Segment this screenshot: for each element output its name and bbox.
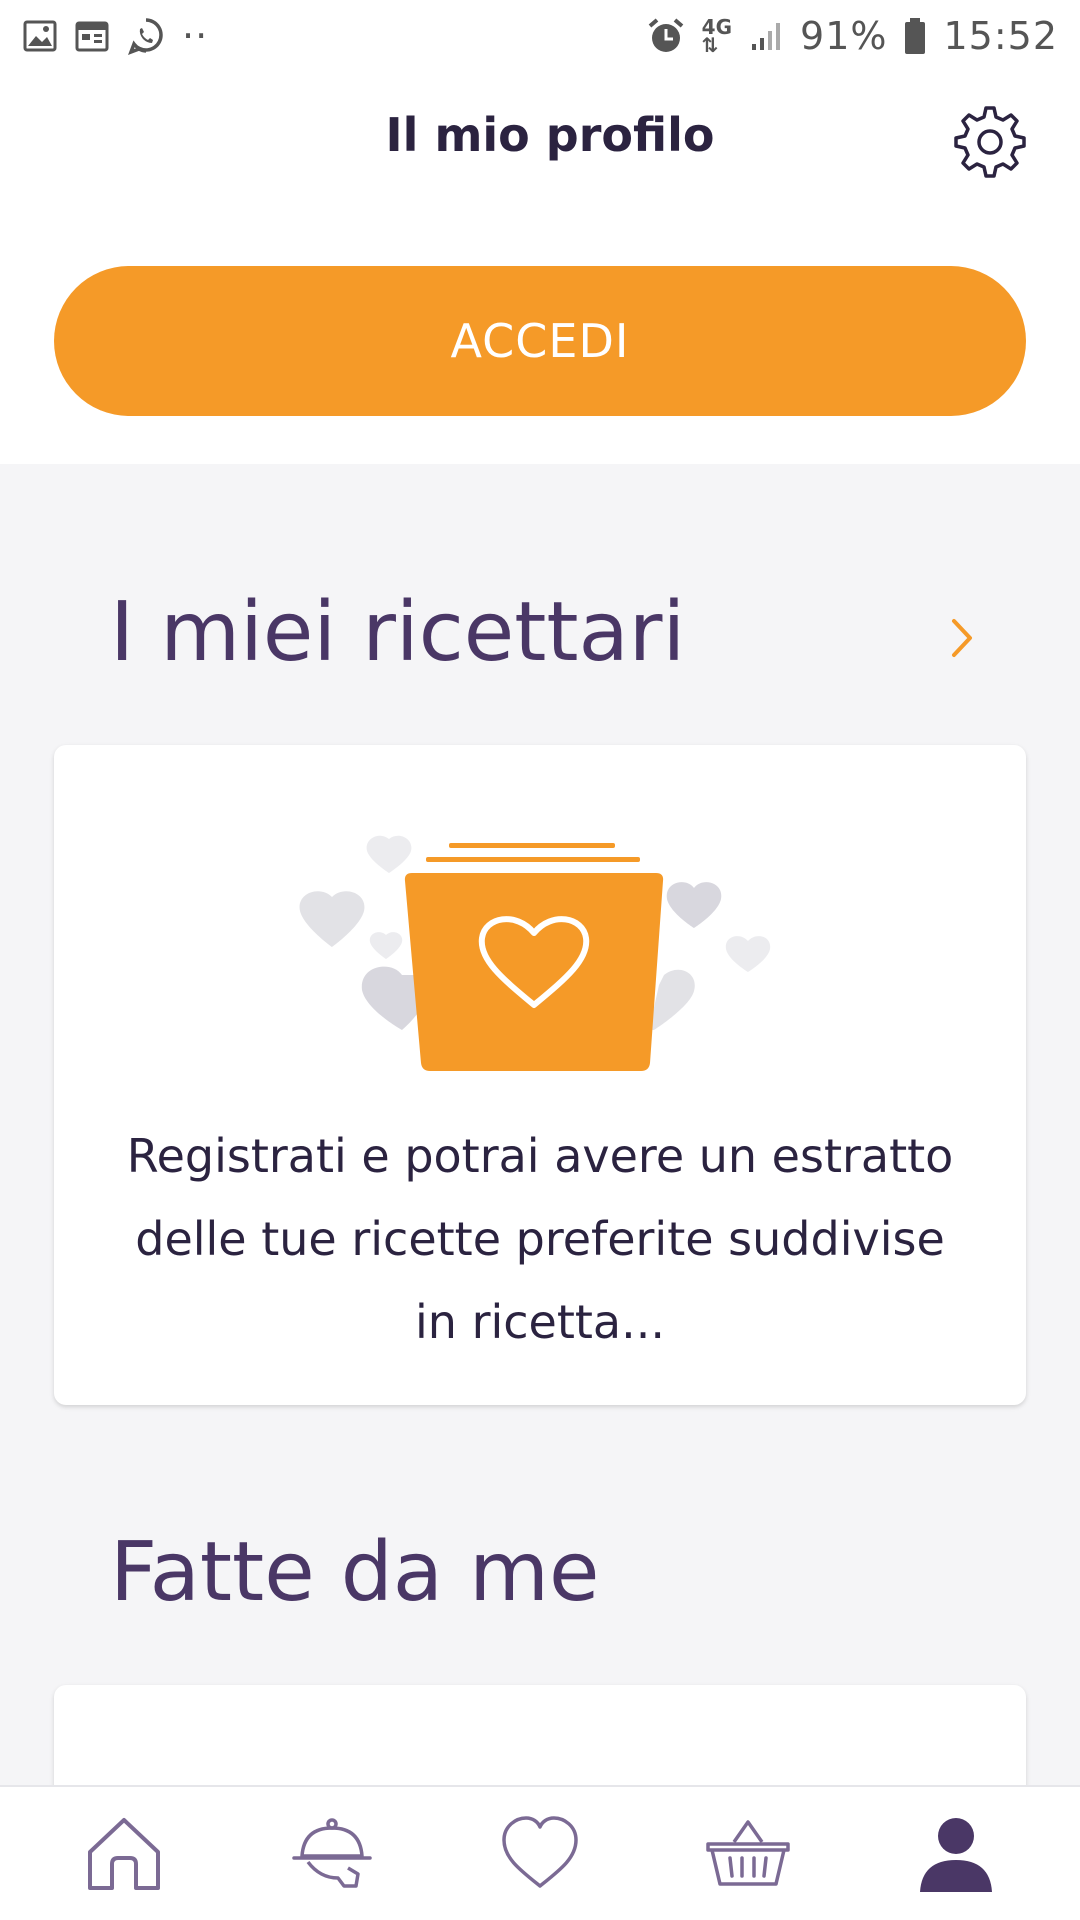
alarm-icon [646,16,686,56]
gallery-icon [22,18,58,54]
battery-percent: 91% [800,14,888,58]
clock: 15:52 [943,14,1058,58]
battery-icon [903,16,927,56]
app-screen: ·· 4G ⇅ 91% 15:52 Il mio profilo ACCEDI … [0,0,1080,1920]
whatsapp-icon [126,16,166,56]
login-button[interactable]: ACCEDI [54,266,1026,416]
calendar-icon [74,18,110,54]
signal-icon [748,18,784,54]
recipes-see-all-button[interactable] [940,612,984,664]
nav-favorites[interactable] [480,1794,600,1914]
recipe-book-illustration [299,835,771,1071]
chevron-right-icon [952,619,972,657]
bottom-navigation [0,1785,1080,1920]
network-type: 4G ⇅ [701,15,733,57]
made-section-title: Fatte da me [110,1525,600,1620]
nav-recipes[interactable] [272,1794,392,1914]
nav-shopping[interactable] [688,1794,808,1914]
network-label: 4G [701,15,733,39]
profile-icon [920,1817,992,1892]
status-bar: ·· 4G ⇅ 91% 15:52 [0,0,1080,72]
status-dots: ·· [182,14,209,58]
recipes-card[interactable]: Registrati e potrai avere un estratto de… [54,745,1026,1405]
nav-profile[interactable] [896,1794,1016,1914]
basket-icon [706,1819,790,1886]
page-title: Il mio profilo [385,108,715,162]
status-right: 4G ⇅ 91% 15:52 [646,14,1058,58]
gear-icon [954,106,1026,178]
recipes-card-text: Registrati e potrai avere un estratto de… [126,1129,954,1349]
cloche-icon [292,1817,372,1888]
heart-icon [502,1815,578,1888]
profile-header: Il mio profilo ACCEDI [0,72,1080,464]
home-icon [88,1817,160,1890]
status-left: ·· [22,14,208,58]
settings-button[interactable] [950,102,1030,182]
nav-home[interactable] [64,1794,184,1914]
recipes-section-title: I miei ricettari [110,585,686,680]
